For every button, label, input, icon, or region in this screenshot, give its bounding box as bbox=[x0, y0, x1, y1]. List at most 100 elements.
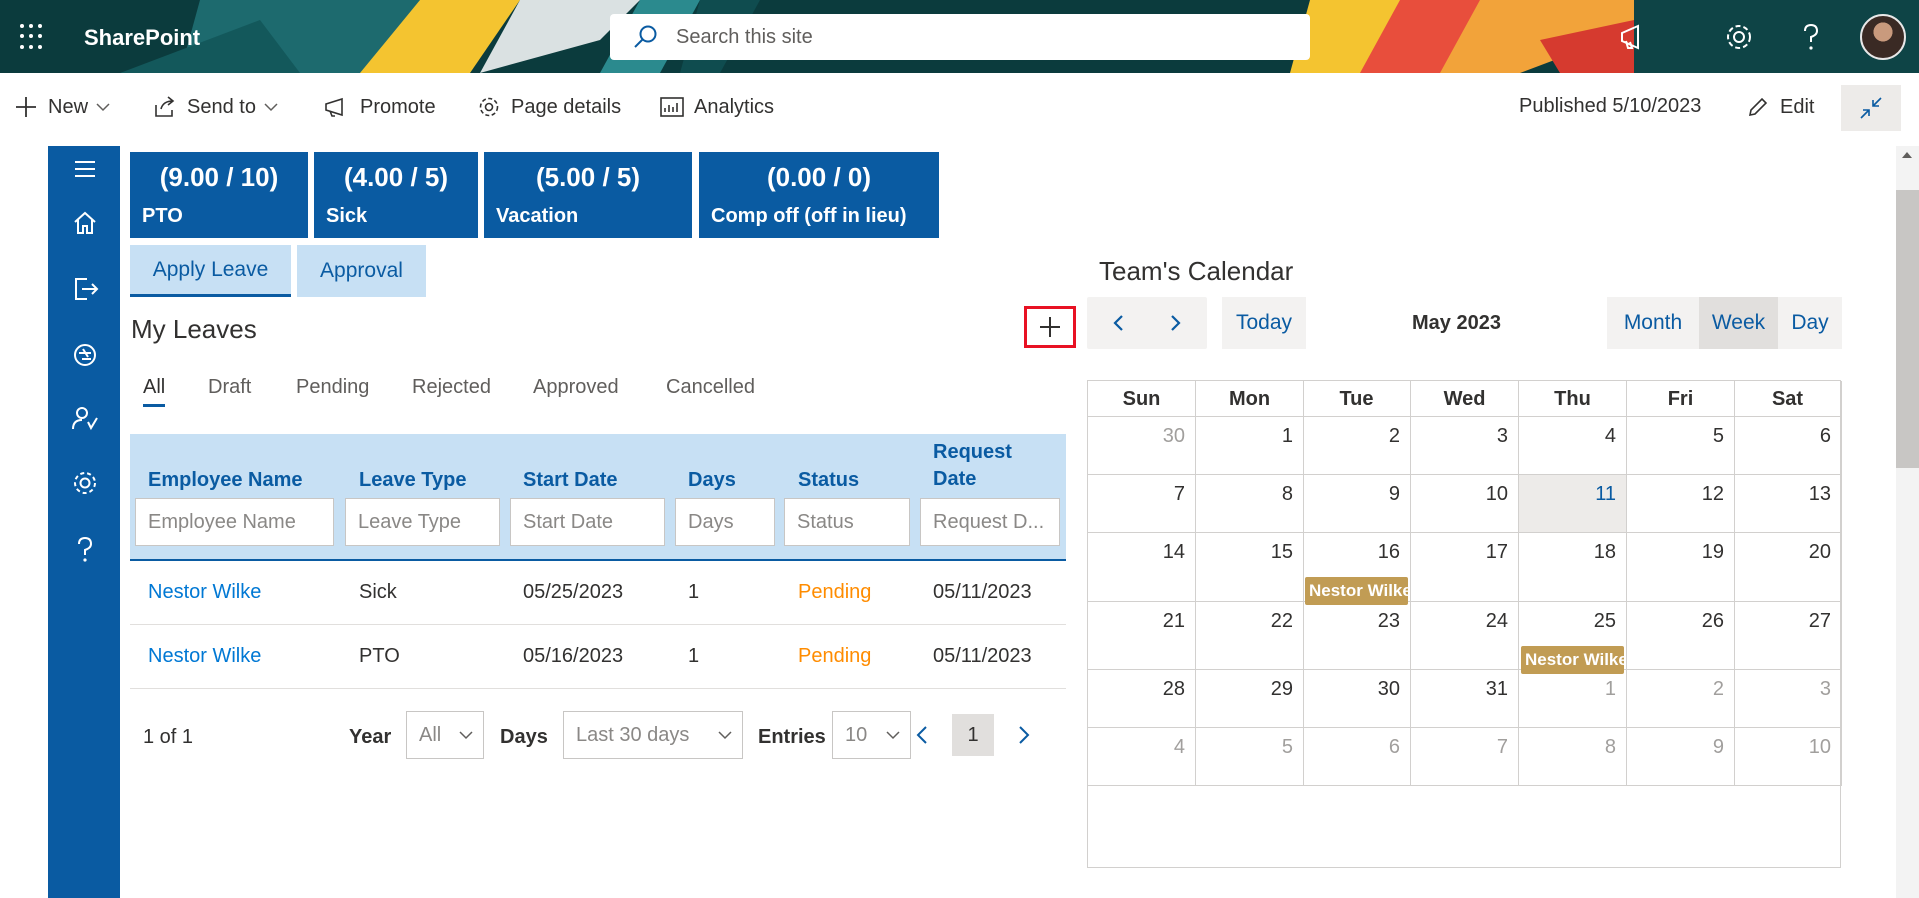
filter-tab-cancelled[interactable]: Cancelled bbox=[666, 376, 755, 399]
filter-tab-approved[interactable]: Approved bbox=[533, 376, 619, 399]
calendar-day-cell[interactable]: 1 bbox=[1196, 417, 1304, 475]
new-button[interactable]: New bbox=[14, 91, 110, 123]
column-header-status[interactable]: Status bbox=[798, 467, 859, 494]
calendar-day-cell[interactable]: 7 bbox=[1411, 728, 1519, 786]
scroll-up-arrow[interactable] bbox=[1902, 152, 1912, 158]
send-to-button[interactable]: Send to bbox=[153, 91, 278, 123]
person-approve-icon[interactable] bbox=[70, 404, 100, 434]
view-day-button[interactable]: Day bbox=[1778, 297, 1842, 349]
calendar-day-cell[interactable]: 9 bbox=[1627, 728, 1735, 786]
calendar-day-cell[interactable]: 30 bbox=[1303, 670, 1411, 728]
chevron-left-icon[interactable] bbox=[912, 724, 934, 746]
avatar[interactable] bbox=[1860, 14, 1906, 60]
employee-name-link[interactable]: Nestor Wilke bbox=[148, 645, 261, 668]
filter-tab-rejected[interactable]: Rejected bbox=[412, 376, 491, 399]
calendar-day-cell[interactable]: 30 bbox=[1088, 417, 1196, 475]
calendar-day-cell[interactable]: 10 bbox=[1411, 475, 1519, 533]
employee-name-filter[interactable]: Employee Name bbox=[135, 498, 334, 546]
gear-icon[interactable] bbox=[70, 468, 100, 498]
app-launcher-icon[interactable] bbox=[20, 24, 46, 50]
menu-icon[interactable] bbox=[70, 154, 100, 184]
calendar-day-cell[interactable]: 5 bbox=[1627, 417, 1735, 475]
request-date-filter[interactable]: Request D... bbox=[920, 498, 1060, 546]
table-row[interactable]: Nestor Wilke Sick 05/25/2023 1 Pending 0… bbox=[130, 561, 1066, 625]
plane-icon[interactable] bbox=[70, 340, 100, 370]
calendar-day-cell[interactable]: 21 bbox=[1088, 602, 1196, 670]
tab-approval[interactable]: Approval bbox=[297, 245, 426, 297]
entries-dropdown[interactable]: 10 bbox=[832, 711, 911, 759]
table-row[interactable]: Nestor Wilke PTO 05/16/2023 1 Pending 05… bbox=[130, 625, 1066, 689]
filter-tab-draft[interactable]: Draft bbox=[208, 376, 251, 399]
calendar-day-cell[interactable]: 27 bbox=[1734, 602, 1842, 670]
calendar-day-cell[interactable]: 15 bbox=[1196, 533, 1304, 602]
calendar-day-cell[interactable]: 29 bbox=[1196, 670, 1304, 728]
calendar-day-cell[interactable]: 4 bbox=[1519, 417, 1627, 475]
collapse-button[interactable] bbox=[1841, 85, 1901, 131]
days-range-dropdown[interactable]: Last 30 days bbox=[563, 711, 743, 759]
calendar-day-cell[interactable]: 18 bbox=[1519, 533, 1627, 602]
calendar-day-cell[interactable]: 8 bbox=[1519, 728, 1627, 786]
calendar-day-cell[interactable]: 6 bbox=[1303, 728, 1411, 786]
brand-name[interactable]: SharePoint bbox=[84, 25, 200, 51]
calendar-day-cell[interactable]: 26 bbox=[1627, 602, 1735, 670]
filter-tab-pending[interactable]: Pending bbox=[296, 376, 369, 399]
calendar-day-cell[interactable]: 12 bbox=[1627, 475, 1735, 533]
start-date-filter[interactable]: Start Date bbox=[510, 498, 665, 546]
calendar-day-cell[interactable]: 16 Nestor Wilke bbox=[1303, 533, 1411, 605]
add-leave-button[interactable] bbox=[1024, 306, 1076, 348]
sign-out-icon[interactable] bbox=[70, 274, 100, 304]
chevron-left-icon[interactable] bbox=[1109, 313, 1129, 333]
calendar-day-cell[interactable]: 23 bbox=[1303, 602, 1411, 670]
calendar-day-cell[interactable]: 6 bbox=[1734, 417, 1842, 475]
calendar-day-cell[interactable]: 24 bbox=[1411, 602, 1519, 670]
column-header-request-date[interactable]: Request Date bbox=[933, 439, 1033, 493]
calendar-day-cell[interactable]: 20 bbox=[1734, 533, 1842, 602]
filter-tab-all[interactable]: All bbox=[143, 376, 166, 407]
calendar-day-cell[interactable]: 2 bbox=[1627, 670, 1735, 728]
days-filter[interactable]: Days bbox=[675, 498, 775, 546]
calendar-day-cell[interactable]: 28 bbox=[1088, 670, 1196, 728]
search-box[interactable]: Search this site bbox=[610, 14, 1310, 60]
current-page-button[interactable]: 1 bbox=[952, 714, 994, 756]
column-header-start-date[interactable]: Start Date bbox=[523, 467, 617, 494]
column-header-leave-type[interactable]: Leave Type bbox=[359, 467, 466, 494]
help-icon[interactable] bbox=[1794, 20, 1828, 54]
year-dropdown[interactable]: All bbox=[406, 711, 484, 759]
column-header-days[interactable]: Days bbox=[688, 467, 736, 494]
calendar-day-cell[interactable]: 3 bbox=[1734, 670, 1842, 728]
leave-type-filter[interactable]: Leave Type bbox=[345, 498, 500, 546]
employee-name-link[interactable]: Nestor Wilke bbox=[148, 581, 261, 604]
calendar-day-cell[interactable]: 19 bbox=[1627, 533, 1735, 602]
calendar-day-cell[interactable]: 8 bbox=[1196, 475, 1304, 533]
tab-apply-leave[interactable]: Apply Leave bbox=[130, 245, 291, 297]
help-icon[interactable] bbox=[70, 534, 100, 564]
calendar-day-cell[interactable]: 14 bbox=[1088, 533, 1196, 602]
calendar-day-cell[interactable]: 4 bbox=[1088, 728, 1196, 786]
page-scrollbar[interactable] bbox=[1896, 146, 1919, 898]
calendar-day-cell[interactable]: 2 bbox=[1303, 417, 1411, 475]
view-month-button[interactable]: Month bbox=[1607, 297, 1699, 349]
calendar-day-cell[interactable]: 3 bbox=[1411, 417, 1519, 475]
megaphone-icon[interactable] bbox=[1616, 20, 1650, 54]
calendar-day-cell[interactable]: 11 bbox=[1519, 475, 1627, 533]
calendar-day-cell[interactable]: 1 bbox=[1519, 670, 1627, 728]
calendar-day-cell[interactable]: 22 bbox=[1196, 602, 1304, 670]
calendar-day-cell[interactable]: 9 bbox=[1303, 475, 1411, 533]
calendar-day-cell[interactable]: 7 bbox=[1088, 475, 1196, 533]
calendar-day-cell[interactable]: 31 bbox=[1411, 670, 1519, 728]
edit-button[interactable]: Edit bbox=[1746, 91, 1814, 123]
calendar-day-cell[interactable]: 25 Nestor Wilke bbox=[1519, 602, 1627, 674]
chevron-right-icon[interactable] bbox=[1165, 313, 1185, 333]
promote-button[interactable]: Promote bbox=[324, 91, 436, 123]
status-filter[interactable]: Status bbox=[784, 498, 910, 546]
calendar-day-cell[interactable]: 5 bbox=[1196, 728, 1304, 786]
today-button[interactable]: Today bbox=[1222, 297, 1306, 349]
calendar-day-cell[interactable]: 13 bbox=[1734, 475, 1842, 533]
calendar-day-cell[interactable]: 17 bbox=[1411, 533, 1519, 602]
calendar-day-cell[interactable]: 10 bbox=[1734, 728, 1842, 786]
home-icon[interactable] bbox=[70, 208, 100, 238]
page-details-button[interactable]: Page details bbox=[477, 91, 621, 123]
view-week-button[interactable]: Week bbox=[1699, 297, 1778, 349]
chevron-right-icon[interactable] bbox=[1012, 724, 1034, 746]
gear-icon[interactable] bbox=[1722, 20, 1756, 54]
